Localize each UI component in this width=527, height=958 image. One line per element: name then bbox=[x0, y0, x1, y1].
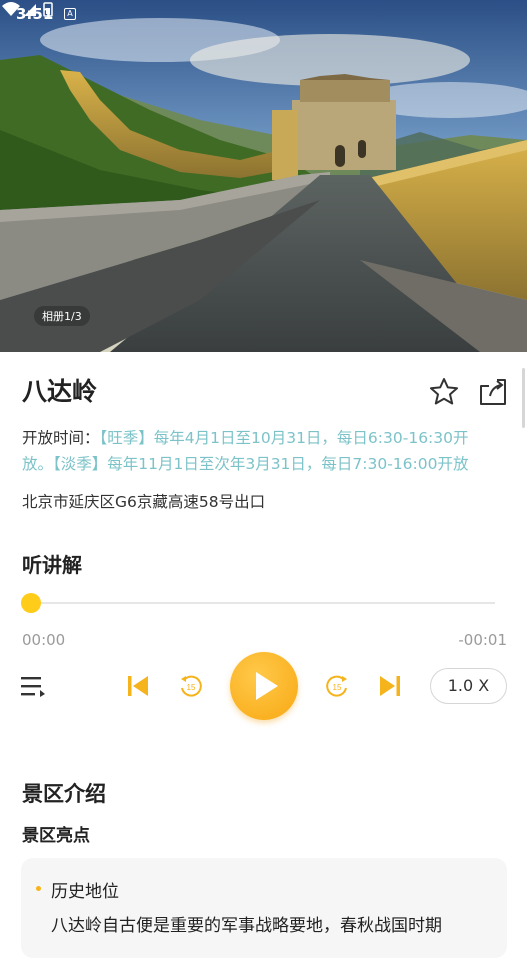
playback-speed-button[interactable]: 1.0 X bbox=[430, 668, 507, 704]
current-time: 00:00 bbox=[22, 631, 66, 649]
forward-15-icon[interactable]: 15 bbox=[324, 673, 350, 699]
favorite-star-icon[interactable] bbox=[428, 376, 460, 408]
opening-hours-label: 开放时间： bbox=[22, 429, 100, 447]
notification-icon: A bbox=[64, 8, 76, 20]
album-counter: 相册1/3 bbox=[34, 306, 90, 326]
play-icon bbox=[256, 672, 278, 700]
rewind-15-icon[interactable]: 15 bbox=[178, 673, 204, 699]
play-button[interactable] bbox=[230, 652, 298, 720]
hero-photo[interactable]: 3:51 A 相册1/3 bbox=[0, 0, 527, 352]
status-bar: 3:51 A bbox=[0, 0, 527, 30]
signal-icon bbox=[24, 4, 36, 16]
great-wall-illustration bbox=[0, 0, 527, 352]
address: 北京市延庆区G6京藏高速58号出口 bbox=[22, 493, 266, 511]
audio-guide-title: 听讲解 bbox=[22, 553, 82, 577]
opening-hours: 开放时间：【旺季】每年4月1日至10月31日，每日6:30-16:30开放。【淡… bbox=[22, 425, 492, 477]
status-indicators bbox=[2, 2, 53, 17]
share-icon[interactable] bbox=[477, 376, 509, 408]
attraction-title: 八达岭 bbox=[22, 377, 98, 406]
wifi-icon bbox=[2, 2, 20, 16]
audio-progress-track[interactable] bbox=[30, 602, 495, 604]
highlight-card: 历史地位 八达岭自古便是重要的军事战略要地，春秋战国时期 bbox=[21, 858, 507, 958]
scrollbar[interactable] bbox=[522, 368, 525, 428]
svg-text:15: 15 bbox=[187, 683, 196, 692]
scenic-intro-title: 景区介绍 bbox=[22, 782, 106, 806]
next-track-icon[interactable] bbox=[376, 672, 404, 700]
remaining-time: -00:01 bbox=[458, 631, 507, 649]
previous-track-icon[interactable] bbox=[124, 672, 152, 700]
bullet-dot bbox=[36, 886, 41, 891]
highlight-card-text: 八达岭自古便是重要的军事战略要地，春秋战国时期 bbox=[51, 916, 442, 936]
svg-text:15: 15 bbox=[333, 683, 342, 692]
highlights-title: 景区亮点 bbox=[22, 826, 90, 846]
playlist-icon[interactable] bbox=[20, 674, 46, 698]
highlight-card-heading: 历史地位 bbox=[51, 882, 119, 902]
audio-progress-thumb[interactable] bbox=[21, 593, 41, 613]
